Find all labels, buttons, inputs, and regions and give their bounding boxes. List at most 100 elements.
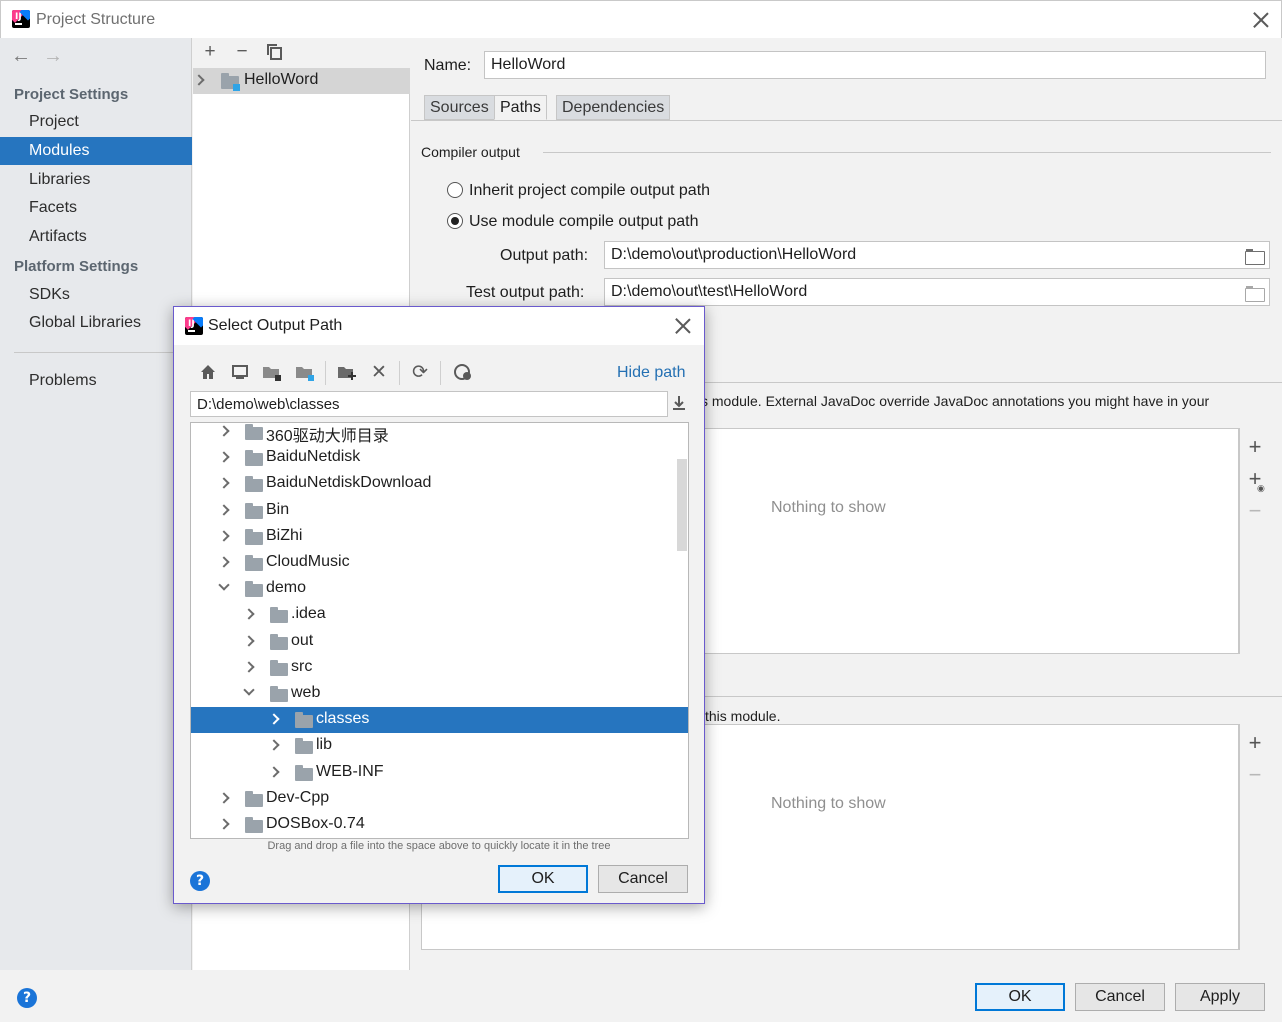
tab-dependencies[interactable]: Dependencies: [556, 95, 671, 120]
tree-row[interactable]: out: [191, 629, 688, 655]
folder-icon: [245, 502, 263, 519]
close-icon[interactable]: [675, 318, 691, 334]
tree-row[interactable]: BaiduNetdisk: [191, 445, 688, 471]
apply-button[interactable]: Apply: [1175, 983, 1265, 1011]
tree-row[interactable]: 360驱动大师目录: [191, 423, 688, 445]
chevron-right-icon[interactable]: [218, 425, 230, 437]
sidebar-item-libraries[interactable]: Libraries: [0, 166, 192, 194]
chevron-right-icon[interactable]: [243, 608, 255, 621]
folder-browse-icon[interactable]: [1245, 249, 1265, 265]
chevron-right-icon[interactable]: [218, 556, 230, 568]
chevron-right-icon[interactable]: [268, 713, 280, 725]
tree-row[interactable]: Dev-Cpp: [191, 786, 688, 812]
module-name-field[interactable]: [484, 51, 1266, 79]
chevron-right-icon[interactable]: [243, 661, 255, 673]
minus-icon[interactable]: −: [232, 42, 252, 62]
new-folder-icon[interactable]: [337, 363, 357, 383]
minus-icon[interactable]: −: [1245, 500, 1265, 522]
tree-scrollbar[interactable]: [677, 459, 687, 551]
folder-icon: [270, 686, 288, 702]
minus-icon[interactable]: −: [1245, 764, 1265, 786]
chevron-right-icon[interactable]: [268, 739, 280, 752]
project-folder-icon[interactable]: [262, 363, 282, 383]
ok-button[interactable]: OK: [975, 983, 1065, 1011]
module-tree-item[interactable]: HelloWord: [193, 68, 410, 94]
chevron-right-icon[interactable]: [218, 792, 230, 804]
tree-row[interactable]: classes: [191, 707, 688, 734]
chevron-down-icon[interactable]: [218, 579, 230, 591]
sidebar-item-global-libraries[interactable]: Global Libraries: [0, 309, 192, 337]
toolbar-separator: [399, 361, 400, 385]
folder-browse-icon[interactable]: [1245, 286, 1265, 302]
output-path-field[interactable]: [604, 241, 1270, 269]
tab-sources[interactable]: Sources: [424, 95, 495, 120]
chevron-right-icon[interactable]: [218, 477, 230, 490]
delete-icon[interactable]: ✕: [369, 363, 389, 383]
chevron-right-icon[interactable]: [218, 451, 230, 463]
sidebar-item-facets[interactable]: Facets: [0, 194, 192, 222]
tree-row[interactable]: BiZhi: [191, 524, 688, 550]
sidebar-item-sdks[interactable]: SDKs: [0, 281, 192, 309]
use-module-output-label[interactable]: Use module compile output path: [469, 213, 698, 231]
path-input[interactable]: [190, 391, 668, 417]
home-icon[interactable]: [198, 363, 218, 383]
close-icon[interactable]: [1253, 12, 1269, 28]
select-output-path-dialog: IJ Select Output Path ✕ ⟳ Hide path 360驱…: [173, 306, 705, 904]
copy-icon[interactable]: [265, 43, 285, 63]
test-output-path-field[interactable]: [604, 278, 1270, 306]
tree-row-label: BaiduNetdiskDownload: [266, 474, 432, 492]
chevron-right-icon[interactable]: [218, 818, 230, 830]
tree-row[interactable]: demo: [191, 576, 688, 602]
chevron-right-icon[interactable]: [193, 74, 205, 86]
sidebar-item-problems[interactable]: Problems: [0, 367, 192, 395]
tab-paths[interactable]: Paths: [494, 95, 547, 120]
use-module-output-radio[interactable]: [447, 213, 463, 229]
tree-row[interactable]: src: [191, 655, 688, 681]
sidebar-item-project[interactable]: Project: [0, 108, 192, 136]
hide-path-link[interactable]: Hide path: [617, 364, 686, 382]
chevron-right-icon[interactable]: [243, 634, 255, 647]
refresh-icon[interactable]: ⟳: [410, 363, 430, 383]
plus-icon[interactable]: +: [1245, 732, 1265, 754]
plus-icon[interactable]: +: [1245, 436, 1265, 458]
tree-row[interactable]: WEB-INF: [191, 760, 688, 786]
arrow-right-icon[interactable]: →: [43, 45, 63, 68]
dialog-ok-button[interactable]: OK: [498, 865, 588, 893]
plus-icon[interactable]: +: [200, 42, 220, 62]
add-url-icon[interactable]: + ◉: [1245, 468, 1265, 494]
inherit-output-radio[interactable]: [447, 182, 463, 198]
cancel-button[interactable]: Cancel: [1075, 983, 1165, 1011]
title-bar: IJ Project Structure: [0, 0, 1282, 38]
arrow-left-icon[interactable]: ←: [11, 45, 31, 68]
module-folder-icon[interactable]: [295, 363, 315, 383]
inherit-output-label[interactable]: Inherit project compile output path: [469, 182, 710, 200]
show-hidden-icon[interactable]: [453, 363, 473, 383]
annotations-description: this module.: [705, 708, 781, 724]
tree-row[interactable]: lib: [191, 733, 688, 759]
compiler-output-heading: Compiler output: [421, 144, 520, 160]
drag-drop-hint: Drag and drop a file into the space abov…: [267, 840, 611, 852]
chevron-right-icon[interactable]: [218, 503, 230, 516]
chevron-right-icon[interactable]: [218, 530, 230, 542]
dialog-cancel-button[interactable]: Cancel: [598, 865, 688, 893]
file-tree[interactable]: 360驱动大师目录 BaiduNetdisk BaiduNetdiskDownloa…: [190, 422, 689, 839]
desktop-icon[interactable]: [230, 363, 250, 383]
tree-row-label: CloudMusic: [266, 553, 350, 570]
help-icon[interactable]: ?: [17, 988, 37, 1008]
sidebar-item-artifacts[interactable]: Artifacts: [0, 223, 192, 251]
tree-row-label: BaiduNetdisk: [266, 448, 361, 466]
chevron-right-icon[interactable]: [268, 765, 280, 778]
tree-row[interactable]: .idea: [191, 602, 688, 628]
download-icon[interactable]: [669, 394, 689, 414]
tree-row[interactable]: BaiduNetdiskDownload: [191, 471, 688, 497]
sidebar-item-modules[interactable]: Modules: [0, 137, 192, 165]
tree-row[interactable]: CloudMusic: [191, 550, 688, 576]
tree-row-label: Dev-Cpp: [266, 788, 330, 806]
tree-row[interactable]: Bin: [191, 498, 688, 524]
sidebar-divider: [14, 352, 179, 353]
chevron-down-icon[interactable]: [243, 684, 255, 696]
tree-row-label: .idea: [291, 605, 326, 623]
help-icon[interactable]: ?: [190, 871, 210, 891]
tree-row[interactable]: DOSBox-0.74: [191, 812, 688, 838]
tree-row[interactable]: web: [191, 681, 688, 707]
